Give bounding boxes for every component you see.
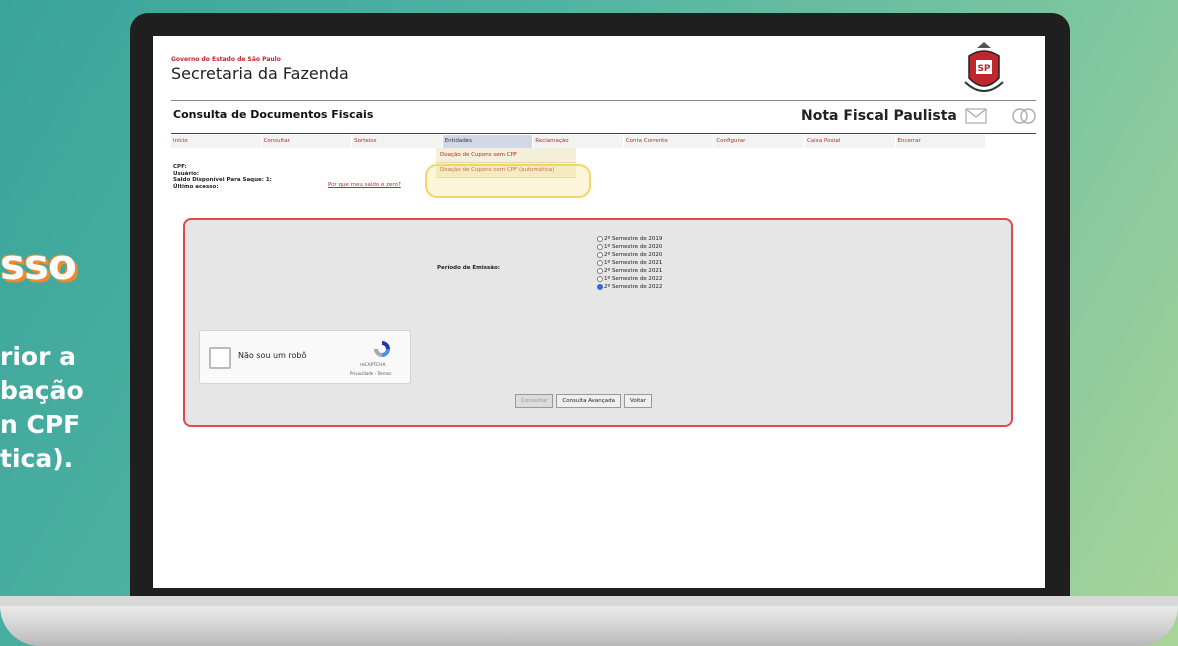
menu-item-consultar[interactable]: Consultar: [262, 135, 353, 148]
nfp-title: Nota Fiscal Paulista: [801, 108, 957, 124]
recaptcha-brand: reCAPTCHA: [360, 363, 386, 368]
periodo-option[interactable]: 2º Semestre de 2021: [597, 267, 662, 275]
periodo-radio-group: 2º Semestre de 2019 1º Semestre de 2020 …: [597, 235, 662, 291]
menu-item-reclamacao[interactable]: Reclamação: [533, 135, 624, 148]
periodo-option-label: 2º Semestre de 2022: [604, 284, 663, 290]
promo-step-heading: sso: [0, 240, 77, 289]
periodo-option[interactable]: 1º Semestre de 2020: [597, 243, 662, 251]
radio-icon[interactable]: [597, 260, 603, 266]
menu-item-encerrar[interactable]: Encerrar: [896, 135, 987, 148]
main-menu: Início Consultar Sorteios Entidades Recl…: [171, 135, 987, 148]
recaptcha-widget: Não sou um robô reCAPTCHA Privacidade - …: [199, 330, 411, 384]
radio-icon[interactable]: [597, 252, 603, 258]
browser-screen: Governo do Estado de São Paulo Secretari…: [153, 36, 1045, 588]
secretaria-title: Secretaria da Fazenda: [171, 64, 349, 83]
periodo-option[interactable]: 2º Semestre de 2020: [597, 251, 662, 259]
account-info: CPF: Usuário: Saldo Disponível Para Saqu…: [173, 164, 272, 190]
recaptcha-links[interactable]: Privacidade - Termos: [350, 371, 391, 376]
recaptcha-logo-icon: [374, 341, 390, 357]
periodo-option[interactable]: 1º Semestre de 2022: [597, 275, 662, 283]
menu-item-entidades[interactable]: Entidades: [442, 135, 534, 148]
mail-icon[interactable]: [965, 108, 987, 124]
promo-line: tica).: [0, 444, 74, 473]
form-buttons: Consultar Consulta Avançada Voltar: [515, 394, 653, 408]
consulta-form-panel: Período de Emissão: 2º Semestre de 2019 …: [183, 218, 1013, 427]
promo-line: rior a: [0, 342, 76, 371]
periodo-option-label: 1º Semestre de 2021: [604, 260, 663, 266]
saldo-label: Saldo Disponível Para Saque: 1:: [173, 177, 272, 183]
voltar-button[interactable]: Voltar: [624, 394, 653, 408]
svg-text:SP: SP: [977, 64, 990, 74]
consultar-button[interactable]: Consultar: [515, 394, 554, 408]
periodo-option-label: 2º Semestre de 2020: [604, 252, 663, 258]
gov-label: Governo do Estado de São Paulo: [171, 56, 281, 63]
radio-icon[interactable]: [597, 244, 603, 250]
radio-selected-icon[interactable]: [597, 284, 603, 290]
radio-icon[interactable]: [597, 268, 603, 274]
periodo-option-label: 1º Semestre de 2020: [604, 244, 663, 250]
periodo-option-label: 1º Semestre de 2022: [604, 276, 663, 282]
periodo-option-label: 2º Semestre de 2021: [604, 268, 663, 274]
header-divider: [171, 100, 1036, 101]
radio-icon[interactable]: [597, 276, 603, 282]
dropdown-item-doacao-sem-cpf[interactable]: Doação de Cupons sem CPF: [436, 148, 576, 163]
recaptcha-checkbox[interactable]: [209, 347, 231, 369]
periodo-label: Período de Emissão:: [437, 265, 500, 271]
radio-icon[interactable]: [597, 236, 603, 242]
menu-item-caixa-postal[interactable]: Caixa Postal: [805, 135, 896, 148]
promo-line: n CPF: [0, 410, 81, 439]
laptop-base: [0, 606, 1178, 646]
saldo-help-link[interactable]: Por que meu saldo é zero?: [328, 182, 401, 188]
periodo-option-label: 2º Semestre de 2019: [604, 236, 663, 242]
menu-item-configurar[interactable]: Configurar: [714, 135, 805, 148]
promo-description: rior a bação n CPF tica).: [0, 340, 84, 476]
sp-crest-icon: SP: [964, 42, 1004, 92]
nfp-logo-icon: [1012, 108, 1036, 124]
periodo-option[interactable]: 2º Semestre de 2022: [597, 283, 662, 291]
menu-item-inicio[interactable]: Início: [171, 135, 262, 148]
periodo-option[interactable]: 1º Semestre de 2021: [597, 259, 662, 267]
periodo-option[interactable]: 2º Semestre de 2019: [597, 235, 662, 243]
menu-item-conta-corrente[interactable]: Conta Corrente: [624, 135, 715, 148]
page-title: Consulta de Documentos Fiscais: [173, 108, 374, 121]
ultimo-acesso-label: Último acesso:: [173, 183, 219, 190]
menu-item-sorteios[interactable]: Sorteios: [352, 135, 443, 148]
promo-line: bação: [0, 376, 84, 405]
consulta-avancada-button[interactable]: Consulta Avançada: [556, 394, 622, 408]
recaptcha-label: Não sou um robô: [238, 351, 307, 360]
dropdown-highlight: [425, 164, 591, 198]
menu-divider: [171, 133, 1036, 134]
